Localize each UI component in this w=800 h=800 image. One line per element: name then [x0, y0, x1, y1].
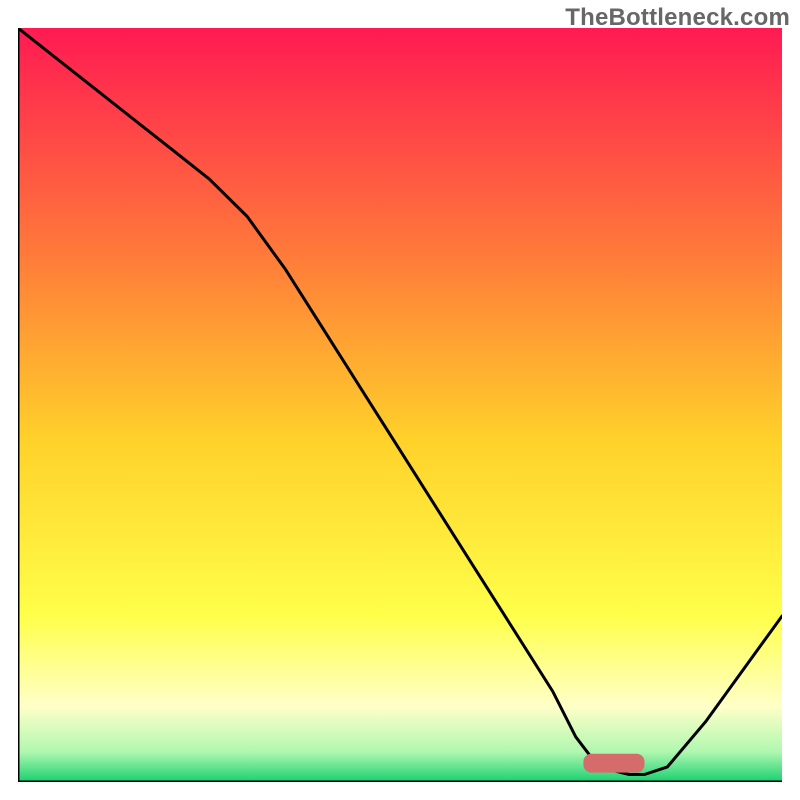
optimal-marker — [583, 754, 644, 773]
chart-container: TheBottleneck.com — [0, 0, 800, 800]
chart-area — [18, 28, 782, 782]
gradient-background — [18, 28, 782, 782]
watermark-label: TheBottleneck.com — [565, 4, 790, 32]
bottleneck-chart — [18, 28, 782, 782]
